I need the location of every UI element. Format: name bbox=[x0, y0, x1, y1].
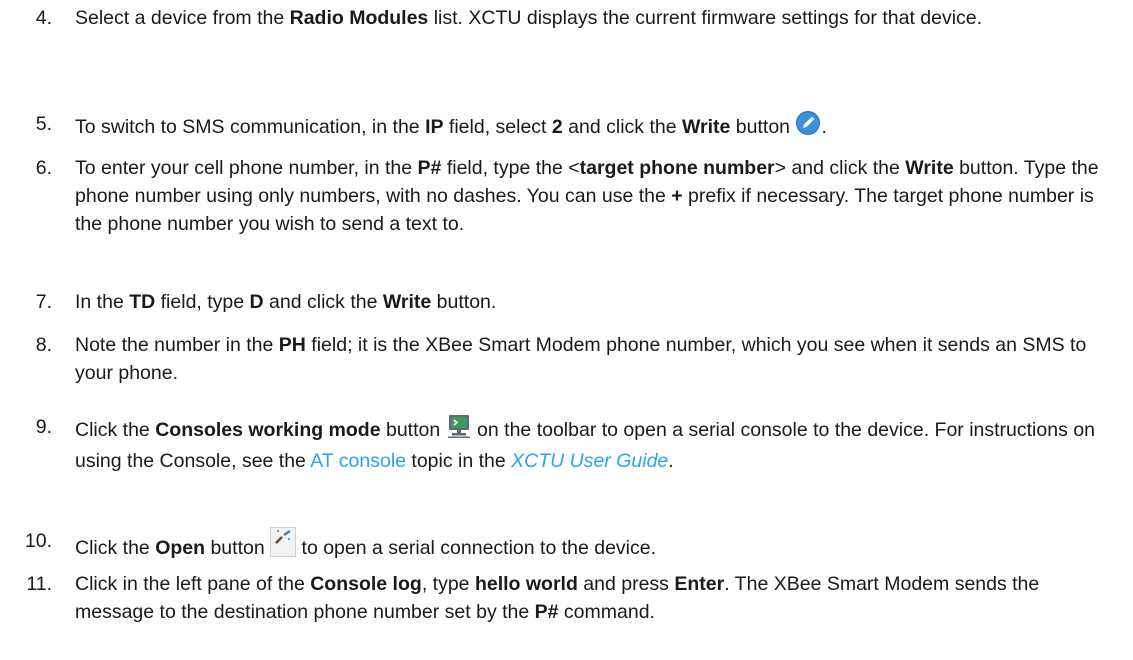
step-text-run: > and click the bbox=[774, 157, 906, 179]
ui-term: 2 bbox=[551, 116, 563, 138]
ui-term: Console log bbox=[310, 573, 422, 595]
step-text: Click in the left pane of the Console lo… bbox=[75, 570, 1110, 626]
ui-term: Write bbox=[905, 157, 954, 179]
step-text-run: To enter your cell phone number, in the bbox=[75, 157, 418, 179]
step-text-run: command. bbox=[558, 601, 655, 623]
ui-term: D bbox=[249, 291, 264, 313]
ui-term: IP bbox=[425, 116, 444, 138]
step-text-run: . bbox=[821, 116, 827, 138]
step-text: Select a device from the Radio Modules l… bbox=[75, 4, 1110, 32]
step-number: 6. bbox=[35, 157, 52, 179]
ui-term: Write bbox=[382, 291, 432, 313]
step-text-run: button bbox=[730, 116, 796, 138]
step-text-run: to open a serial connection to the devic… bbox=[296, 537, 657, 559]
step-number: 5. bbox=[35, 113, 52, 135]
step-number: 7. bbox=[35, 291, 52, 313]
step-text-run: and press bbox=[577, 573, 675, 595]
ui-term: P# bbox=[534, 601, 559, 623]
step-text-run: field, select bbox=[443, 116, 552, 138]
step-text: Click the Open button to open a serial c… bbox=[75, 527, 1110, 565]
step-number: 8. bbox=[35, 334, 52, 356]
step-text-run: button bbox=[380, 419, 446, 441]
ui-term: TD bbox=[129, 291, 156, 313]
step-text-run: button bbox=[205, 537, 271, 559]
step-text-run: and click the bbox=[263, 291, 383, 313]
step-text: To enter your cell phone number, in the … bbox=[75, 154, 1110, 238]
console-monitor-icon bbox=[446, 413, 472, 447]
step-text-run: topic in the bbox=[406, 450, 512, 472]
step-text-run: list. XCTU displays the current firmware… bbox=[428, 7, 983, 29]
step-text-run: field, type bbox=[155, 291, 250, 313]
step-text-run: Click in the left pane of the bbox=[75, 573, 311, 595]
step-number: 11. bbox=[26, 573, 52, 595]
open-connection-icon bbox=[270, 527, 297, 565]
ui-term: + bbox=[671, 185, 683, 207]
link-at-console[interactable]: AT console bbox=[310, 450, 406, 472]
step-text: Click the Consoles working mode button o… bbox=[75, 413, 1110, 475]
step-text-run: Click the bbox=[75, 419, 156, 441]
step-text-run: In the bbox=[75, 291, 130, 313]
step-text-run: button. bbox=[431, 291, 497, 313]
step-text: To switch to SMS communication, in the I… bbox=[75, 110, 1110, 144]
step-text-run: Click the bbox=[75, 537, 156, 559]
step-number: 10. bbox=[24, 530, 52, 552]
step-text-run: field, type the < bbox=[441, 157, 580, 179]
step-text-run: Note the number in the bbox=[75, 334, 279, 356]
step-text-run: and click the bbox=[562, 116, 682, 138]
ui-term: hello world bbox=[474, 573, 578, 595]
ui-term: P# bbox=[417, 157, 442, 179]
ui-term: Radio Modules bbox=[289, 7, 429, 29]
ui-term: Write bbox=[681, 116, 731, 138]
link-xctu-user-guide[interactable]: XCTU User Guide bbox=[511, 450, 668, 472]
step-text-run: . bbox=[668, 450, 674, 472]
step-text: In the TD field, type D and click the Wr… bbox=[75, 288, 1110, 316]
write-pencil-icon bbox=[795, 110, 821, 144]
step-text: Note the number in the PH field; it is t… bbox=[75, 331, 1110, 387]
ui-term: Open bbox=[155, 537, 206, 559]
step-text-run: Select a device from the bbox=[75, 7, 290, 29]
step-number: 4. bbox=[35, 7, 52, 29]
ui-term: target phone number bbox=[579, 157, 775, 179]
step-text-run: , type bbox=[421, 573, 475, 595]
ui-term: Enter bbox=[674, 573, 725, 595]
step-text-run: To switch to SMS communication, in the bbox=[75, 116, 426, 138]
step-number: 9. bbox=[35, 416, 52, 438]
ui-term: PH bbox=[278, 334, 306, 356]
ui-term: Consoles working mode bbox=[155, 419, 381, 441]
